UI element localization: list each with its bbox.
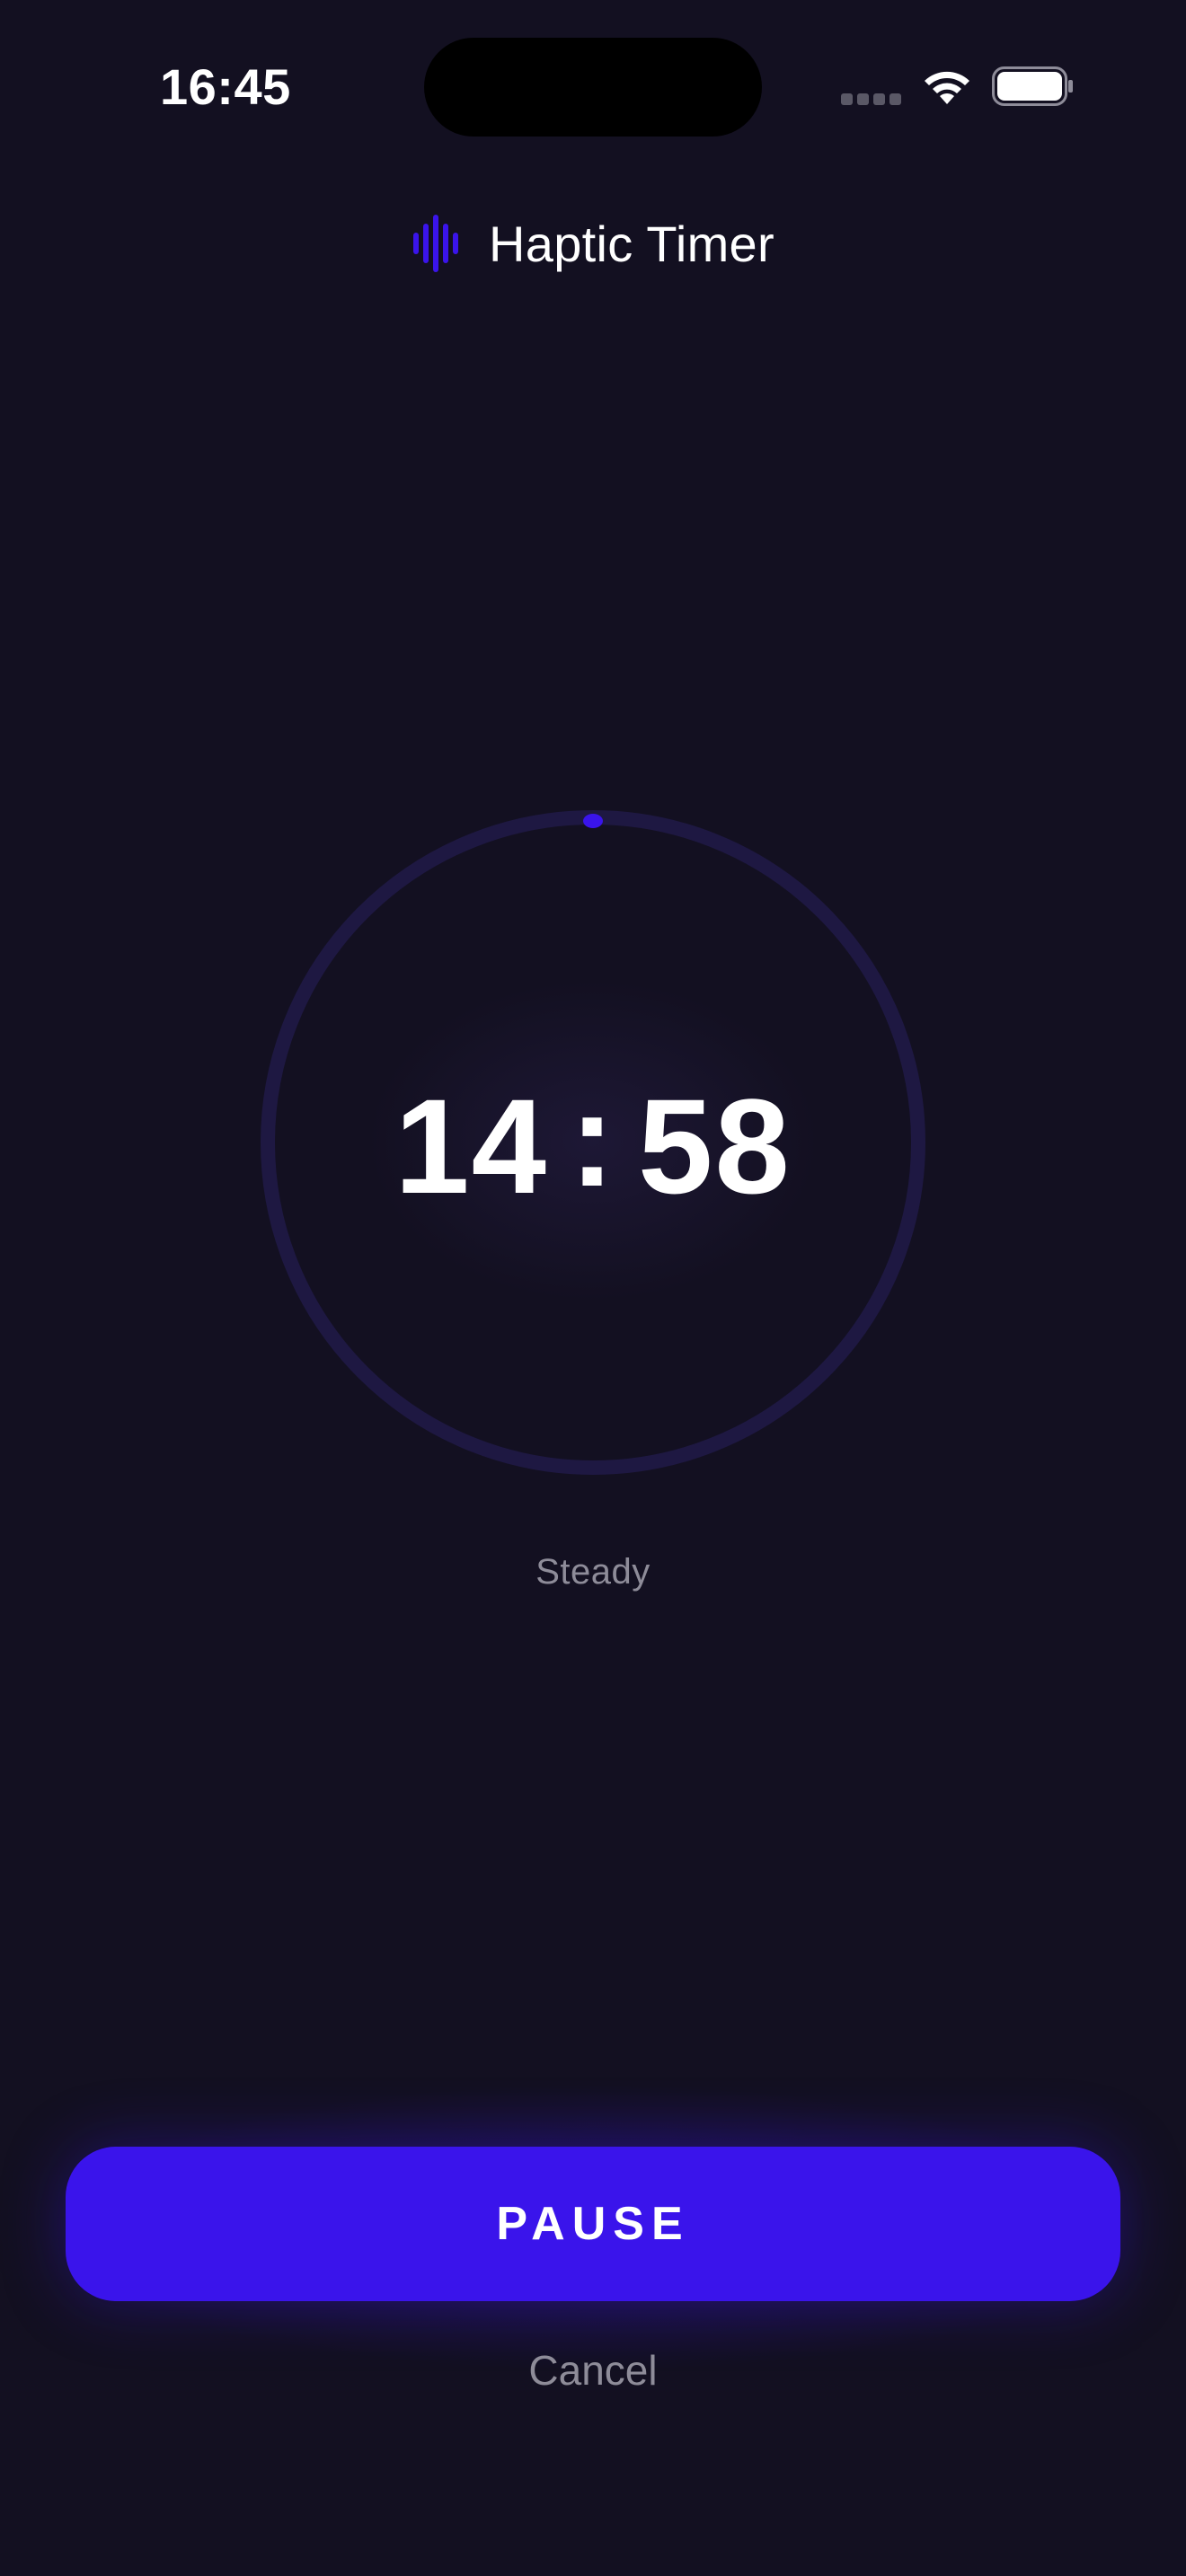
timer-seconds: 58 [637, 1070, 792, 1222]
wifi-icon [925, 71, 969, 104]
status-bar: 16:45 [0, 0, 1186, 180]
haptic-waveform-icon [413, 215, 459, 272]
status-time: 16:45 [160, 58, 291, 115]
timer-separator: : [570, 1063, 616, 1214]
app-title: Haptic Timer [489, 215, 774, 272]
haptic-mode-label: Steady [535, 1552, 651, 1592]
timer-minutes: 14 [394, 1070, 549, 1222]
battery-icon [992, 66, 1073, 106]
dynamic-island [424, 38, 762, 137]
timer-display: 14 : 58 [0, 1063, 1186, 1227]
pause-button[interactable]: PAUSE [66, 2147, 1120, 2301]
timer-progress-dot [583, 814, 603, 828]
cellular-signal-icon [841, 93, 902, 106]
app-header: Haptic Timer [0, 205, 1186, 282]
cancel-button[interactable]: Cancel [0, 2346, 1186, 2395]
